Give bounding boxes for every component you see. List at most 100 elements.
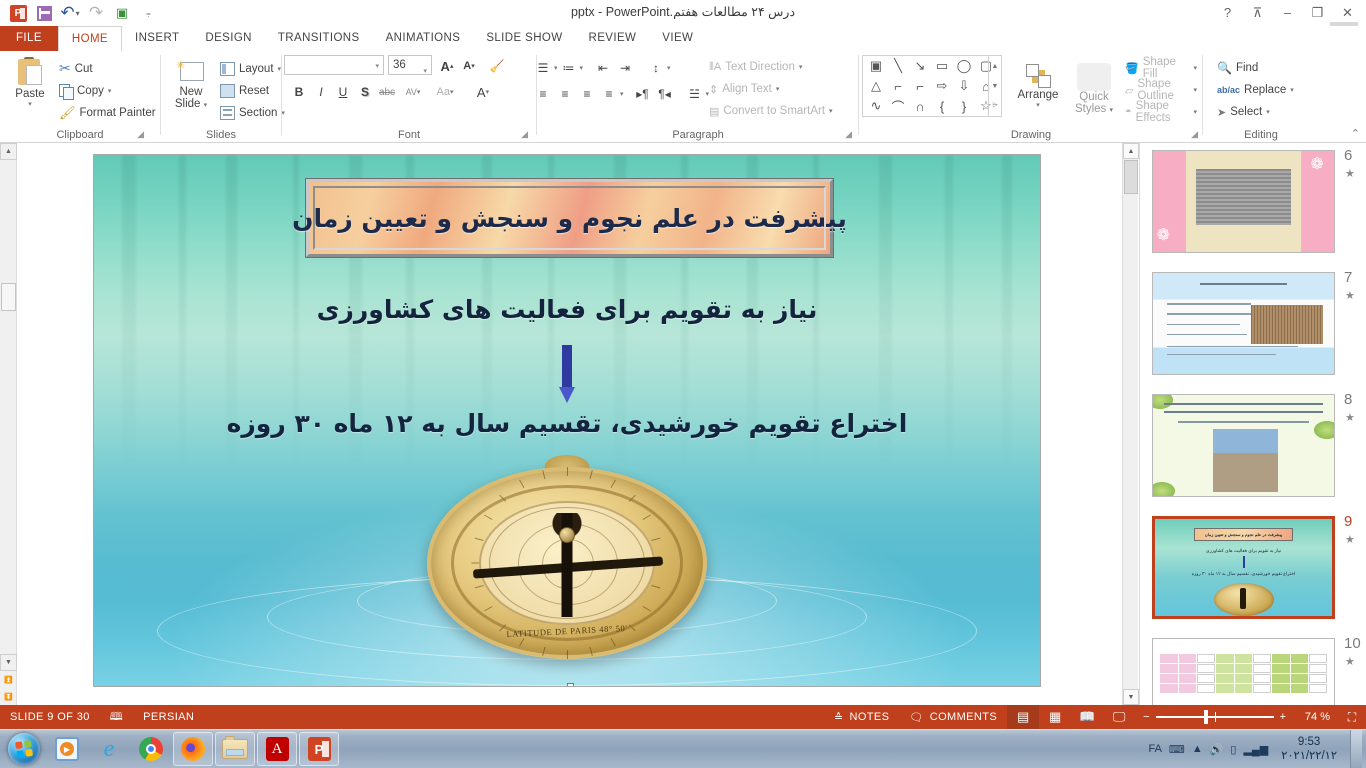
font-size-dropdown-icon[interactable]: ▾ (423, 62, 427, 81)
tab-file[interactable]: FILE (0, 26, 58, 51)
shapes-more-icon[interactable]: ⩥ (989, 96, 1001, 116)
language-indicator-tray[interactable]: FA (1148, 743, 1161, 755)
down-arrow-shape[interactable] (559, 345, 575, 405)
slide-scroll-up-icon[interactable]: ▲ (1123, 143, 1139, 159)
font-family-input[interactable]: ▾ (284, 55, 384, 75)
clear-formatting-icon[interactable]: 🧹 (486, 55, 508, 77)
decrease-font-size-button[interactable]: A▾ (458, 55, 480, 77)
spellcheck-icon[interactable]: 🕮 (100, 705, 133, 729)
shape-scribble-icon[interactable]: ∿ (865, 97, 887, 115)
slide-scroll-down-icon[interactable]: ▼ (1123, 689, 1139, 705)
slide-thumbnail-pane[interactable]: ❁ ❁ 6 ★ 7 ★ (1139, 143, 1366, 705)
line-spacing-button[interactable]: ↕ (645, 57, 667, 79)
text-direction-button[interactable]: ⦀A Text Direction ▾ (706, 56, 836, 78)
previous-slide-icon[interactable]: ⏫ (0, 671, 17, 688)
internet-explorer-icon[interactable]: e (89, 732, 129, 766)
clipboard-dialog-launcher[interactable]: ◢ (137, 129, 144, 140)
layout-button[interactable]: Layout ▾ (217, 58, 288, 80)
slide-pane-scrollbar-thumb[interactable] (1124, 160, 1138, 194)
volume-icon[interactable]: 🔊 (1210, 743, 1224, 756)
shape-right-brace-icon[interactable]: } (953, 97, 975, 115)
adobe-reader-icon[interactable]: A (257, 732, 297, 766)
powerpoint-taskbar-icon[interactable]: P (299, 732, 339, 766)
zoom-track[interactable] (1156, 716, 1274, 718)
thumbnail-slide-8[interactable] (1152, 394, 1335, 497)
strikethrough-button[interactable]: abc (376, 81, 398, 103)
zoom-out-button[interactable]: − (1143, 711, 1149, 723)
normal-view-button[interactable]: ▤ (1007, 705, 1039, 729)
help-icon[interactable]: ? (1213, 2, 1242, 23)
slide-sorter-button[interactable]: ▦ (1039, 705, 1071, 729)
shape-right-arrow-icon[interactable]: ⇨ (931, 77, 953, 95)
drawing-dialog-launcher[interactable]: ◢ (1191, 129, 1198, 140)
arrange-button[interactable]: Arrange ▾ (1010, 63, 1066, 109)
google-chrome-icon[interactable] (131, 732, 171, 766)
decrease-indent-button[interactable]: ⇤ (592, 57, 614, 79)
shape-line-icon[interactable]: ╲ (887, 57, 909, 75)
close-icon[interactable]: ✕ (1333, 2, 1362, 23)
slide-body-line-1[interactable]: نیاز به تقویم برای فعالیت های کشاورزی (94, 295, 1040, 324)
columns-button[interactable]: ☱ (684, 83, 706, 105)
shape-outline-button[interactable]: ▱ Shape Outline▾ (1122, 79, 1200, 101)
align-left-button[interactable]: ≡ (532, 83, 554, 105)
tab-home[interactable]: HOME (58, 26, 122, 52)
increase-indent-button[interactable]: ⇥ (614, 57, 636, 79)
align-text-button[interactable]: ⇕ Align Text ▾ (706, 78, 836, 100)
select-button[interactable]: ➤ Select ▾ (1214, 101, 1297, 123)
align-right-button[interactable]: ≡ (576, 83, 598, 105)
shape-fill-button[interactable]: 🪣 Shape Fill▾ (1122, 57, 1200, 79)
shape-oval-icon[interactable]: ◯ (953, 57, 975, 75)
character-spacing-button[interactable]: AV▾ (398, 81, 428, 103)
thumbnail-slide-9[interactable]: پیشرفت در علم نجوم و سنجش و تعیین زمان ن… (1152, 516, 1335, 619)
tab-review[interactable]: REVIEW (576, 26, 650, 51)
shape-curve-icon[interactable]: ∩ (909, 97, 931, 115)
tab-design[interactable]: DESIGN (192, 26, 265, 51)
quick-styles-button[interactable]: Quick Styles ▾ (1068, 63, 1120, 115)
minimize-icon[interactable]: – (1273, 2, 1302, 23)
find-button[interactable]: 🔍 Find (1214, 57, 1297, 79)
shape-elbow-icon[interactable]: ⌐ (887, 77, 909, 95)
reading-view-button[interactable]: 📖 (1071, 705, 1103, 729)
show-hidden-icons-icon[interactable]: ▲ (1192, 743, 1203, 755)
text-shadow-button[interactable]: S (354, 81, 376, 103)
format-painter-button[interactable]: 🖌 Format Painter (56, 102, 159, 124)
tab-view[interactable]: VIEW (649, 26, 706, 51)
tab-animations[interactable]: ANIMATIONS (373, 26, 474, 51)
thumbnail-slide-10[interactable] (1152, 638, 1335, 705)
zoom-in-button[interactable]: + (1280, 711, 1286, 723)
shape-effects-button[interactable]: ◓ Shape Effects▾ (1122, 101, 1200, 123)
notes-button[interactable]: ≙ NOTES (824, 705, 900, 729)
section-button[interactable]: Section ▾ (217, 102, 288, 124)
increase-font-size-button[interactable]: A▴ (436, 55, 458, 77)
tab-insert[interactable]: INSERT (122, 26, 192, 51)
astrolabe-image[interactable]: LATITUDE DE PARIS 48° 50' (427, 455, 707, 670)
scroll-up-icon[interactable]: ▲ (0, 143, 17, 160)
left-scrollbar-thumb[interactable] (1, 283, 16, 311)
mozilla-firefox-icon[interactable] (173, 732, 213, 766)
slide-resize-handle[interactable] (567, 683, 574, 687)
next-slide-icon[interactable]: ⏬ (0, 688, 17, 705)
font-family-dropdown-icon[interactable]: ▾ (375, 62, 379, 70)
font-size-input[interactable]: 36 ▾ (388, 55, 432, 75)
scroll-down-icon[interactable]: ▼ (0, 654, 17, 671)
copy-button[interactable]: Copy ▾ (56, 80, 159, 102)
bullets-button[interactable]: ☰ (532, 57, 554, 79)
paste-dropdown-icon[interactable]: ▾ (6, 100, 54, 108)
shape-down-arrow-icon[interactable]: ⇩ (953, 77, 975, 95)
shape-arc-icon[interactable]: ⌒ (887, 97, 909, 115)
numbering-button[interactable]: ≔ (558, 57, 580, 79)
shapes-gallery[interactable]: ▣ ╲ ↘ ▭ ◯ ▢ △ ⌐ ⌐ ⇨ ⇩ ⌂ ∿ ⌒ (862, 55, 1002, 117)
slideshow-view-button[interactable]: 🖵 (1103, 705, 1135, 729)
shapes-scroll-up-icon[interactable]: ▲ (989, 56, 1001, 76)
font-color-button[interactable]: A▾ (468, 81, 498, 103)
paste-button[interactable]: Paste ▾ (6, 57, 54, 108)
copy-dropdown-icon[interactable]: ▾ (108, 87, 112, 95)
rtl-button[interactable]: ¶◂ (654, 83, 676, 105)
paragraph-dialog-launcher[interactable]: ◢ (845, 129, 852, 140)
arrange-dropdown-icon[interactable]: ▾ (1010, 101, 1066, 109)
shapes-scroll-down-icon[interactable]: ▼ (989, 76, 1001, 96)
start-button[interactable] (2, 731, 46, 767)
show-desktop-button[interactable] (1350, 730, 1362, 768)
cut-button[interactable]: ✂ Cut (56, 58, 159, 80)
shape-left-brace-icon[interactable]: { (931, 97, 953, 115)
